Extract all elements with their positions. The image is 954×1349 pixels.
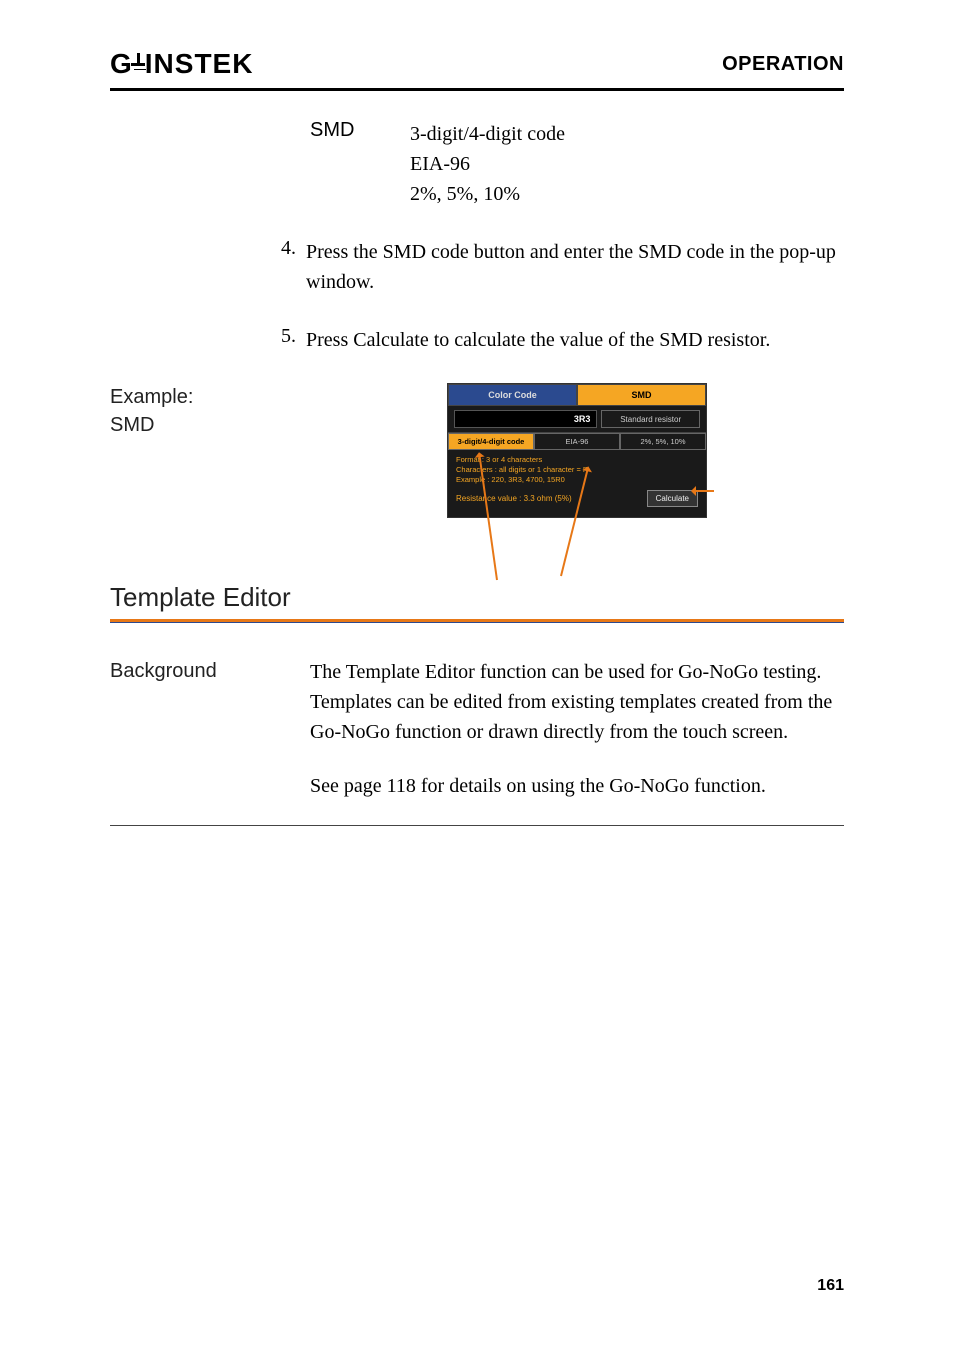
section-heading: OPERATION xyxy=(722,53,844,76)
step-number: 4. xyxy=(270,237,306,297)
smd-code-value: 3R3 xyxy=(574,414,591,424)
smd-code-input[interactable]: 3R3 xyxy=(454,410,597,428)
smd-definition: SMD 3-digit/4-digit code EIA-96 2%, 5%, … xyxy=(310,119,844,209)
background-para-1: The Template Editor function can be used… xyxy=(310,657,844,747)
smd-label: SMD xyxy=(310,119,410,209)
smd-value-3: 2%, 5%, 10% xyxy=(410,179,565,209)
step-text: Press the SMD code button and enter the … xyxy=(306,237,844,297)
example-label-1: Example: xyxy=(110,383,310,411)
brand-logo: GINSTEK xyxy=(110,48,253,80)
section-rule xyxy=(110,619,844,623)
ground-icon xyxy=(129,53,147,75)
smd-value-1: 3-digit/4-digit code xyxy=(410,119,565,149)
page-header: GINSTEK OPERATION xyxy=(110,48,844,91)
example-label: Example: SMD xyxy=(110,383,310,518)
annotation-arrow xyxy=(694,490,714,492)
info-line-1: Format : 3 or 4 characters xyxy=(456,455,698,465)
background-label: Background xyxy=(110,657,310,801)
step-number: 5. xyxy=(270,325,306,355)
option-3-4-digit[interactable]: 3-digit/4-digit code xyxy=(448,433,534,450)
option-tolerance[interactable]: 2%, 5%, 10% xyxy=(620,433,706,450)
smd-value-2: EIA-96 xyxy=(410,149,565,179)
divider xyxy=(110,825,844,826)
background-para-2: See page 118 for details on using the Go… xyxy=(310,771,844,801)
tab-smd[interactable]: SMD xyxy=(577,384,706,406)
resistor-type-button[interactable]: Standard resistor xyxy=(601,410,700,428)
resistance-result: Resistance value : 3.3 ohm (5%) xyxy=(456,494,572,503)
tab-color-code[interactable]: Color Code xyxy=(448,384,577,406)
step-text: Press Calculate to calculate the value o… xyxy=(306,325,844,355)
format-info: Format : 3 or 4 characters Characters : … xyxy=(448,450,706,488)
background-block: Background The Template Editor function … xyxy=(110,657,844,801)
option-eia-96[interactable]: EIA-96 xyxy=(534,433,620,450)
page-number: 161 xyxy=(817,1277,844,1295)
smd-values: 3-digit/4-digit code EIA-96 2%, 5%, 10% xyxy=(410,119,565,209)
step-4: 4. Press the SMD code button and enter t… xyxy=(270,237,844,297)
section-title-template-editor: Template Editor xyxy=(110,582,844,613)
info-line-2: Characters : all digits or 1 character =… xyxy=(456,465,698,475)
step-5: 5. Press Calculate to calculate the valu… xyxy=(270,325,844,355)
background-text: The Template Editor function can be used… xyxy=(310,657,844,801)
info-line-3: Example : 220, 3R3, 4700, 15R0 xyxy=(456,475,698,485)
example-label-2: SMD xyxy=(110,411,310,439)
